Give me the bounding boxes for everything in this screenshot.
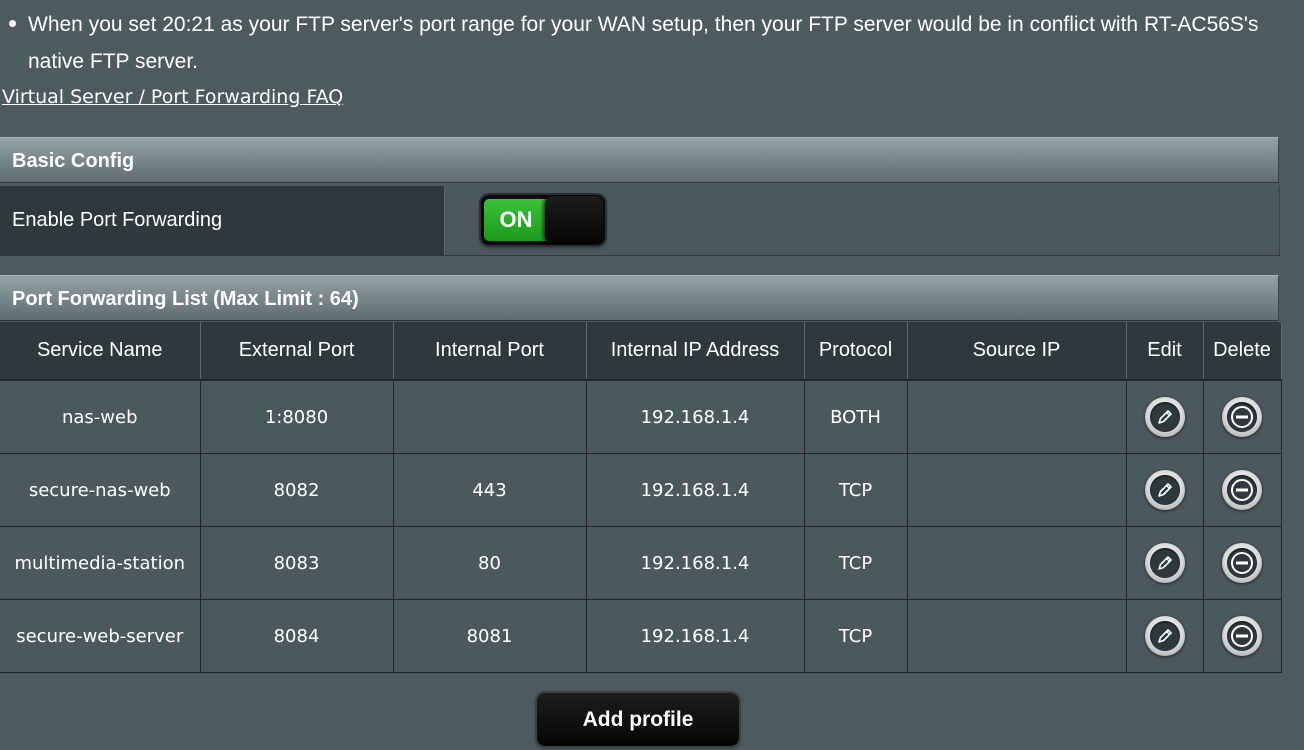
external-port-cell: 1:8080: [200, 380, 394, 454]
ftp-conflict-note: When you set 20:21 as your FTP server's …: [28, 13, 1259, 73]
port-forwarding-list-header: Port Forwarding List (Max Limit : 64): [0, 275, 1279, 321]
external-port-cell: 8083: [200, 526, 394, 600]
pencil-icon: [1157, 629, 1172, 643]
protocol-cell: TCP: [804, 599, 908, 673]
external-port-cell: 8084: [200, 599, 394, 673]
table-row: nas-web 1:8080 192.168.1.4 BOTH: [0, 380, 1282, 454]
col-service-name: Service Name: [0, 322, 201, 381]
edit-cell: [1126, 526, 1204, 600]
service-name-cell: secure-web-server: [0, 599, 201, 673]
source-ip-cell: [907, 599, 1127, 673]
internal-port-cell: [393, 380, 587, 454]
enable-port-forwarding-label: Enable Port Forwarding: [0, 186, 445, 255]
edit-button[interactable]: [1144, 397, 1185, 437]
delete-cell: [1203, 526, 1282, 600]
basic-config-header: Basic Config: [0, 137, 1279, 183]
protocol-cell: TCP: [804, 526, 908, 600]
internal-ip-cell: 192.168.1.4: [586, 526, 805, 600]
col-delete: Delete: [1203, 322, 1282, 381]
delete-cell: [1203, 380, 1282, 454]
source-ip-cell: [907, 526, 1127, 600]
table-row: secure-web-server 8084 8081 192.168.1.4 …: [0, 599, 1282, 673]
delete-button[interactable]: [1222, 616, 1262, 656]
delete-cell: [1203, 599, 1282, 673]
toggle-knob: [545, 196, 603, 244]
delete-button[interactable]: [1222, 543, 1262, 583]
edit-button[interactable]: [1144, 543, 1185, 583]
service-name-cell: secure-nas-web: [0, 453, 201, 527]
internal-ip-cell: 192.168.1.4: [586, 380, 805, 454]
col-internal-port: Internal Port: [393, 322, 587, 381]
delete-button[interactable]: [1222, 397, 1262, 437]
minus-circle-icon: [1231, 479, 1253, 501]
edit-cell: [1126, 380, 1204, 454]
col-protocol: Protocol: [804, 322, 908, 381]
protocol-cell: TCP: [804, 453, 908, 527]
minus-circle-icon: [1231, 406, 1253, 428]
internal-port-cell: 80: [393, 526, 587, 600]
edit-cell: [1126, 599, 1204, 673]
table-row: secure-nas-web 8082 443 192.168.1.4 TCP: [0, 453, 1282, 527]
internal-ip-cell: 192.168.1.4: [586, 453, 805, 527]
col-edit: Edit: [1126, 322, 1204, 381]
col-internal-ip: Internal IP Address: [586, 322, 805, 381]
minus-circle-icon: [1231, 552, 1253, 574]
internal-port-cell: 443: [393, 453, 587, 527]
pencil-icon: [1157, 483, 1172, 497]
protocol-cell: BOTH: [804, 380, 908, 454]
delete-button[interactable]: [1222, 470, 1262, 510]
pencil-icon: [1157, 556, 1172, 570]
enable-port-forwarding-row: Enable Port Forwarding ON: [0, 186, 1280, 256]
port-forwarding-table: Service Name External Port Internal Port…: [0, 322, 1282, 673]
internal-port-cell: 8081: [393, 599, 587, 673]
bullet-dot: [9, 20, 16, 27]
edit-button[interactable]: [1144, 470, 1185, 510]
toggle-on-label: ON: [484, 199, 548, 241]
col-external-port: External Port: [200, 322, 394, 381]
service-name-cell: nas-web: [0, 380, 201, 454]
minus-circle-icon: [1231, 625, 1253, 647]
source-ip-cell: [907, 453, 1127, 527]
delete-cell: [1203, 453, 1282, 527]
add-profile-button[interactable]: Add profile: [537, 693, 739, 746]
faq-link[interactable]: Virtual Server / Port Forwarding FAQ: [2, 86, 343, 108]
port-forwarding-toggle[interactable]: ON: [481, 195, 605, 245]
edit-cell: [1126, 453, 1204, 527]
table-header-row: Service Name External Port Internal Port…: [0, 322, 1282, 381]
external-port-cell: 8082: [200, 453, 394, 527]
table-row: multimedia-station 8083 80 192.168.1.4 T…: [0, 526, 1282, 600]
source-ip-cell: [907, 380, 1127, 454]
service-name-cell: multimedia-station: [0, 526, 201, 600]
edit-button[interactable]: [1144, 616, 1185, 656]
internal-ip-cell: 192.168.1.4: [586, 599, 805, 673]
col-source-ip: Source IP: [907, 322, 1127, 381]
enable-port-forwarding-value: ON: [445, 186, 1279, 255]
pencil-icon: [1157, 410, 1172, 424]
